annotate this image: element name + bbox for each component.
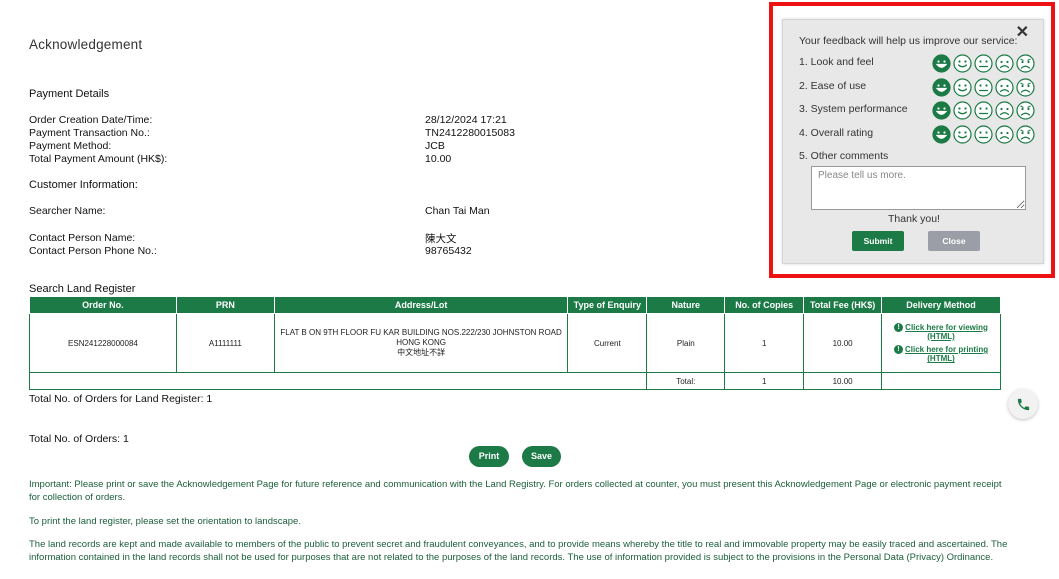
- order-creation-label: Order Creation Date/Time:: [29, 114, 153, 126]
- info-icon: !: [894, 323, 904, 332]
- phone-button[interactable]: [1008, 389, 1038, 419]
- happy-face-icon[interactable]: [953, 78, 972, 97]
- close-icon[interactable]: ✕: [1016, 22, 1029, 42]
- close-button[interactable]: Close: [928, 231, 980, 251]
- rating-faces: [932, 54, 1035, 73]
- contact-phone-label: Contact Person Phone No.:: [29, 245, 157, 257]
- prn-cell: A1111111: [175, 313, 275, 373]
- order-creation-value: 28/12/2024 17:21: [425, 114, 507, 126]
- view-html-link[interactable]: ! Click here for viewing (HTML): [885, 323, 997, 341]
- column-header: Address/Lot: [273, 296, 569, 314]
- comments-textarea[interactable]: [811, 166, 1026, 210]
- sad-face-icon[interactable]: [995, 125, 1014, 144]
- payment-details-title: Payment Details: [29, 88, 110, 100]
- total-amount-value: 10.00: [425, 153, 452, 165]
- orientation-notice: To print the land register, please set t…: [29, 516, 301, 527]
- column-header: Delivery Method: [881, 296, 1001, 314]
- column-header: Order No.: [29, 296, 177, 314]
- total-land-register-orders: Total No. of Orders for Land Register: 1: [29, 393, 213, 405]
- very-sad-face-icon[interactable]: [1016, 125, 1035, 144]
- address-cell: FLAT B ON 9TH FLOOR FU KAR BUILDING NOS.…: [273, 313, 569, 373]
- very-sad-face-icon[interactable]: [1016, 78, 1035, 97]
- very-sad-face-icon[interactable]: [1016, 54, 1035, 73]
- transaction-no-value: TN2412280015083: [425, 127, 515, 139]
- info-icon: !: [893, 345, 903, 355]
- rating-faces: [932, 78, 1035, 97]
- feedback-thanks: Thank you!: [888, 213, 940, 225]
- contact-phone-value: 98765432: [425, 245, 472, 257]
- view-html-link-label: Click here for viewing (HTML): [905, 322, 988, 341]
- sad-face-icon[interactable]: [995, 78, 1014, 97]
- nature-cell: Plain: [646, 313, 726, 373]
- customer-info-title: Customer Information:: [29, 179, 138, 191]
- total-empty-cell: [881, 372, 1001, 390]
- table-header-row: Order No. PRN Address/Lot Type of Enquir…: [29, 296, 1001, 314]
- page-title: Acknowledgement: [29, 37, 143, 52]
- total-orders: Total No. of Orders: 1: [29, 433, 129, 445]
- feedback-intro: Your feedback will help us improve our s…: [799, 35, 1018, 47]
- contact-name-value: 陳大文: [425, 233, 457, 245]
- address-line: 中文地址不詳: [397, 348, 446, 357]
- total-label-cell: Total:: [646, 372, 726, 390]
- column-header: Nature: [646, 296, 726, 314]
- payment-method-value: JCB: [425, 140, 445, 152]
- happy-face-icon[interactable]: [953, 54, 972, 73]
- happy-face-icon[interactable]: [953, 101, 972, 120]
- type-of-enquiry-cell: Current: [567, 313, 648, 373]
- very-sad-face-icon[interactable]: [1016, 101, 1035, 120]
- happy-face-icon[interactable]: [953, 125, 972, 144]
- delivery-method-cell: ! Click here for viewing (HTML) ! Click he…: [881, 313, 1001, 373]
- search-land-register-title: Search Land Register: [29, 283, 136, 295]
- save-button[interactable]: Save: [522, 446, 561, 467]
- fee-cell: 10.00: [803, 313, 883, 373]
- neutral-face-icon[interactable]: [974, 54, 993, 73]
- important-notice: Important: Please print or save the Ackn…: [29, 479, 1002, 503]
- feedback-comments-label: 5. Other comments: [799, 150, 889, 162]
- phone-icon: [1017, 398, 1029, 410]
- feedback-question-label: 4. Overall rating: [799, 127, 874, 139]
- very-happy-face-icon[interactable]: [932, 125, 951, 144]
- print-html-link[interactable]: ! Click here for printing (HTML): [885, 345, 997, 363]
- transaction-no-label: Payment Transaction No.:: [29, 127, 150, 139]
- total-row-spacer: [28, 372, 648, 390]
- orders-table: Order No. PRN Address/Lot Type of Enquir…: [28, 296, 1001, 390]
- address-line: FLAT B ON 9TH FLOOR FU KAR BUILDING NOS.…: [280, 328, 562, 337]
- neutral-face-icon[interactable]: [974, 78, 993, 97]
- rating-faces: [932, 125, 1035, 144]
- payment-method-label: Payment Method:: [29, 140, 112, 152]
- very-happy-face-icon[interactable]: [932, 54, 951, 73]
- contact-name-label: Contact Person Name:: [29, 232, 136, 244]
- total-copies-cell: 1: [724, 372, 805, 390]
- column-header: Total Fee (HK$): [803, 296, 883, 314]
- print-html-link-label: Click here for printing (HTML): [904, 345, 989, 364]
- rating-faces: [932, 101, 1035, 120]
- feedback-panel: ✕ Your feedback will help us improve our…: [782, 19, 1044, 264]
- very-happy-face-icon[interactable]: [932, 101, 951, 120]
- searcher-name-label: Searcher Name:: [29, 205, 106, 217]
- column-header: PRN: [175, 296, 275, 314]
- submit-button[interactable]: Submit: [852, 231, 904, 251]
- disclaimer-notice: The land records are kept and made avail…: [29, 539, 1008, 563]
- neutral-face-icon[interactable]: [974, 125, 993, 144]
- total-row: Total: 1 10.00: [28, 372, 1001, 390]
- print-button[interactable]: Print: [469, 446, 509, 467]
- feedback-question-label: 1. Look and feel: [799, 56, 874, 68]
- column-header: Type of Enquiry: [567, 296, 648, 314]
- copies-cell: 1: [724, 313, 805, 373]
- sad-face-icon[interactable]: [995, 101, 1014, 120]
- neutral-face-icon[interactable]: [974, 101, 993, 120]
- searcher-name-value: Chan Tai Man: [425, 205, 490, 217]
- feedback-question-label: 2. Ease of use: [799, 80, 867, 92]
- column-header: No. of Copies: [724, 296, 805, 314]
- feedback-question-label: 3. System performance: [799, 103, 908, 115]
- order-no-cell: ESN241228000084: [29, 313, 177, 373]
- address-line: HONG KONG: [396, 338, 446, 347]
- total-amount-label: Total Payment Amount (HK$):: [29, 153, 168, 165]
- sad-face-icon[interactable]: [995, 54, 1014, 73]
- total-fee-cell: 10.00: [803, 372, 883, 390]
- very-happy-face-icon[interactable]: [932, 78, 951, 97]
- table-row: ESN241228000084 A1111111 FLAT B ON 9TH F…: [29, 313, 1001, 373]
